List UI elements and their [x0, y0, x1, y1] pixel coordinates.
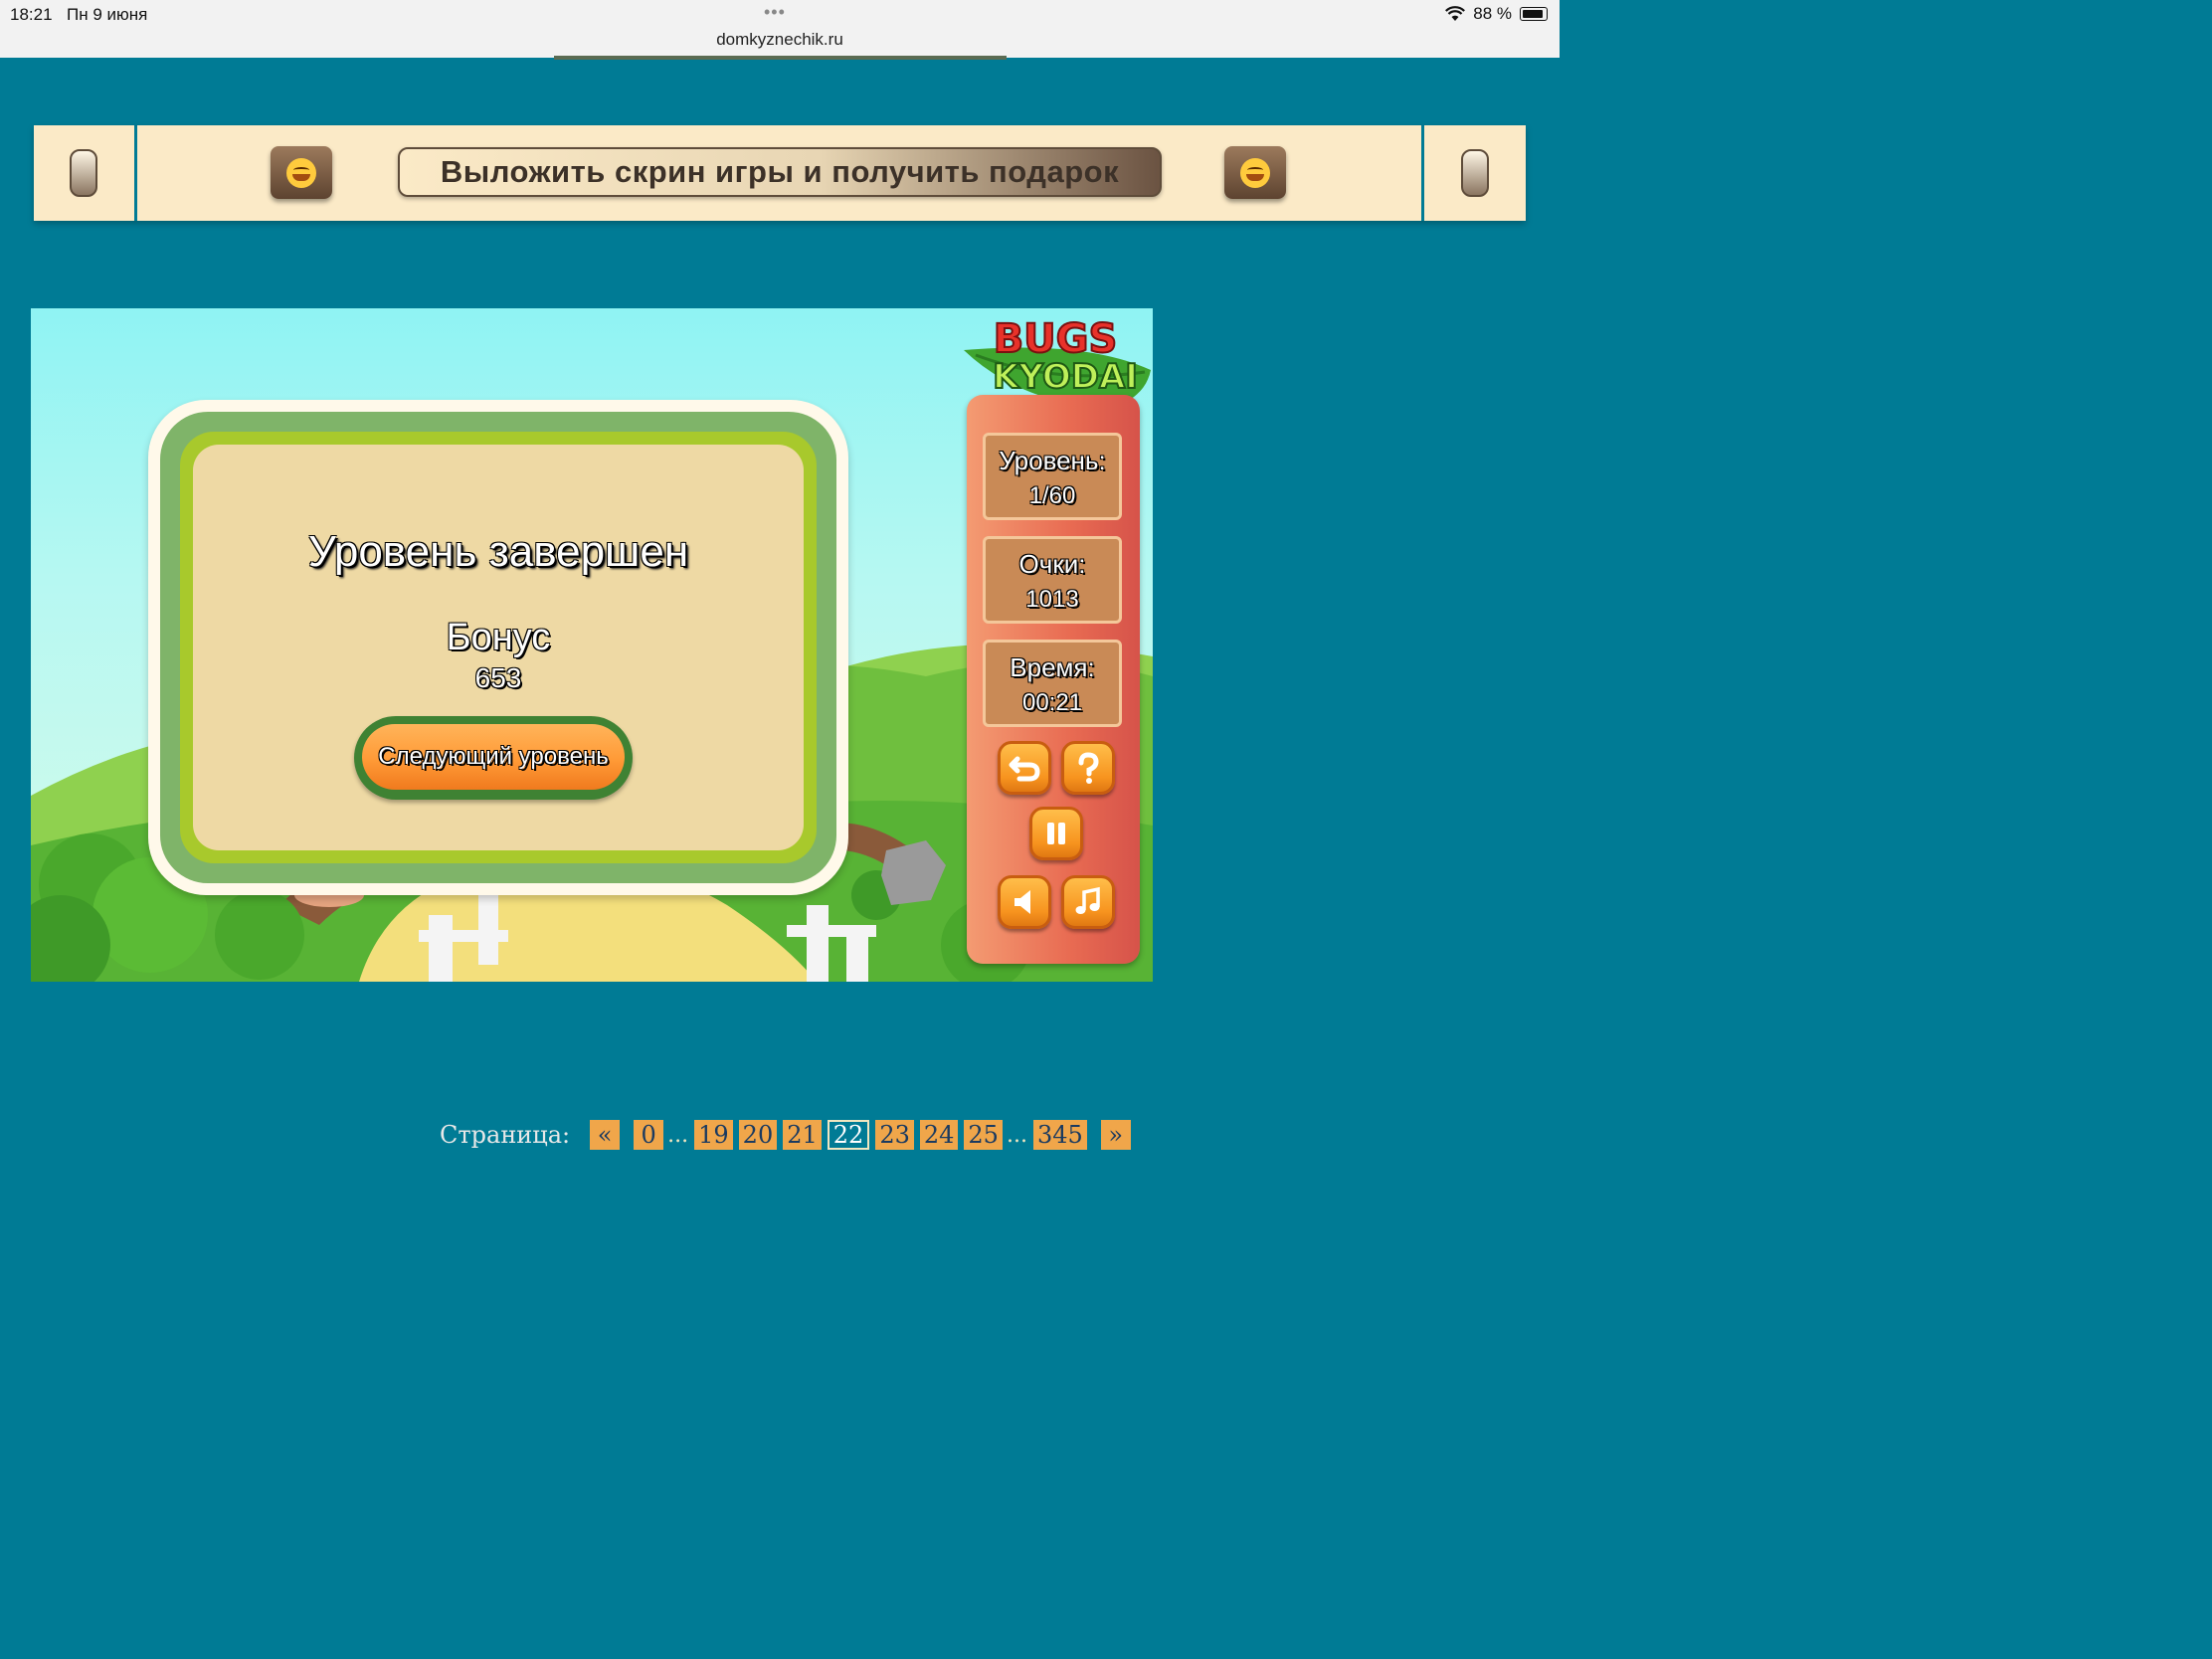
hugging-face-icon — [1240, 157, 1270, 188]
time-value: 00:21 — [1021, 689, 1083, 716]
wifi-icon — [1445, 6, 1466, 21]
battery-percent: 88 % — [1473, 4, 1512, 23]
sound-button[interactable] — [998, 875, 1051, 929]
battery-icon — [1520, 7, 1548, 21]
date: Пн 9 июня — [67, 5, 148, 24]
hint-button[interactable] — [1061, 741, 1115, 795]
partial-image-strip — [554, 56, 1007, 60]
score-value: 1013 — [1025, 586, 1079, 613]
bonus-label: Бонус — [446, 617, 551, 658]
pagination-label: Страница: — [440, 1121, 571, 1149]
hugging-face-button-right[interactable] — [1224, 146, 1286, 199]
question-icon — [1078, 752, 1099, 784]
logo-text-bottom: KYODAI — [993, 357, 1138, 397]
page-link-345[interactable]: 345 — [1032, 1120, 1087, 1150]
level-complete-dialog: Уровень завершен Бонус 653 Следующий уро… — [148, 400, 848, 895]
page-link-24[interactable]: 24 — [919, 1120, 959, 1150]
undo-button[interactable] — [998, 741, 1051, 795]
pause-button[interactable] — [1029, 807, 1083, 860]
page-prev-button[interactable]: « — [590, 1120, 621, 1150]
banner-divider — [1421, 125, 1424, 221]
promo-banner: Выложить скрин игры и получить подарок — [34, 125, 1526, 221]
time-label: Время: — [1010, 652, 1095, 682]
level-complete-title: Уровень завершен — [307, 527, 689, 576]
clock: 18:21 — [10, 5, 53, 24]
page-current: 22 — [827, 1120, 870, 1150]
page-link-23[interactable]: 23 — [875, 1120, 914, 1150]
multitasking-dots-icon[interactable]: ••• — [764, 2, 786, 23]
page-link-20[interactable]: 20 — [738, 1120, 778, 1150]
status-bar: 18:21 Пн 9 июня ••• domkyznechik.ru 88 % — [0, 0, 1560, 58]
game-side-panel: Уровень: 1/60 Очки: 1013 Время: 00:21 — [967, 395, 1140, 964]
banner-divider — [134, 125, 137, 221]
level-stat: Уровень: 1/60 — [983, 433, 1122, 520]
pagination-ellipsis: ... — [667, 1122, 689, 1148]
level-value: 1/60 — [1028, 482, 1076, 509]
pause-icon — [1047, 823, 1065, 844]
score-stat: Очки: 1013 — [983, 536, 1122, 624]
pagination: Страница: « 0 ... 19 20 21 22 23 24 25 .… — [440, 1118, 1137, 1152]
page-link-19[interactable]: 19 — [694, 1120, 733, 1150]
time-stat: Время: 00:21 — [983, 640, 1122, 727]
music-button[interactable] — [1061, 875, 1115, 929]
banner-pill-left — [70, 149, 97, 197]
page-link-21[interactable]: 21 — [783, 1120, 822, 1150]
level-label: Уровень: — [999, 446, 1106, 475]
banner-pill-right — [1461, 149, 1489, 197]
next-level-label: Следующий уровень — [362, 724, 625, 790]
pagination-ellipsis: ... — [1006, 1122, 1027, 1148]
game-canvas[interactable]: BUGS KYODAI Уровень завершен Бонус 653 С… — [31, 308, 1153, 982]
page-link-25[interactable]: 25 — [964, 1120, 1003, 1150]
address-bar[interactable]: domkyznechik.ru — [0, 30, 1560, 50]
next-level-button[interactable]: Следующий уровень — [354, 716, 633, 800]
music-icon — [1075, 886, 1100, 914]
score-label: Очки: — [1018, 549, 1086, 579]
logo-text-top: BUGS — [994, 316, 1118, 362]
undo-icon — [1009, 756, 1040, 782]
hugging-face-icon — [286, 157, 316, 188]
status-indicators: 88 % — [1445, 4, 1548, 24]
hugging-face-button-left[interactable] — [271, 146, 332, 199]
sound-icon — [1014, 890, 1030, 914]
bonus-value: 653 — [474, 662, 522, 693]
share-screenshot-button[interactable]: Выложить скрин игры и получить подарок — [398, 147, 1162, 197]
page-link-0[interactable]: 0 — [634, 1120, 664, 1150]
page-next-button[interactable]: » — [1100, 1120, 1131, 1150]
